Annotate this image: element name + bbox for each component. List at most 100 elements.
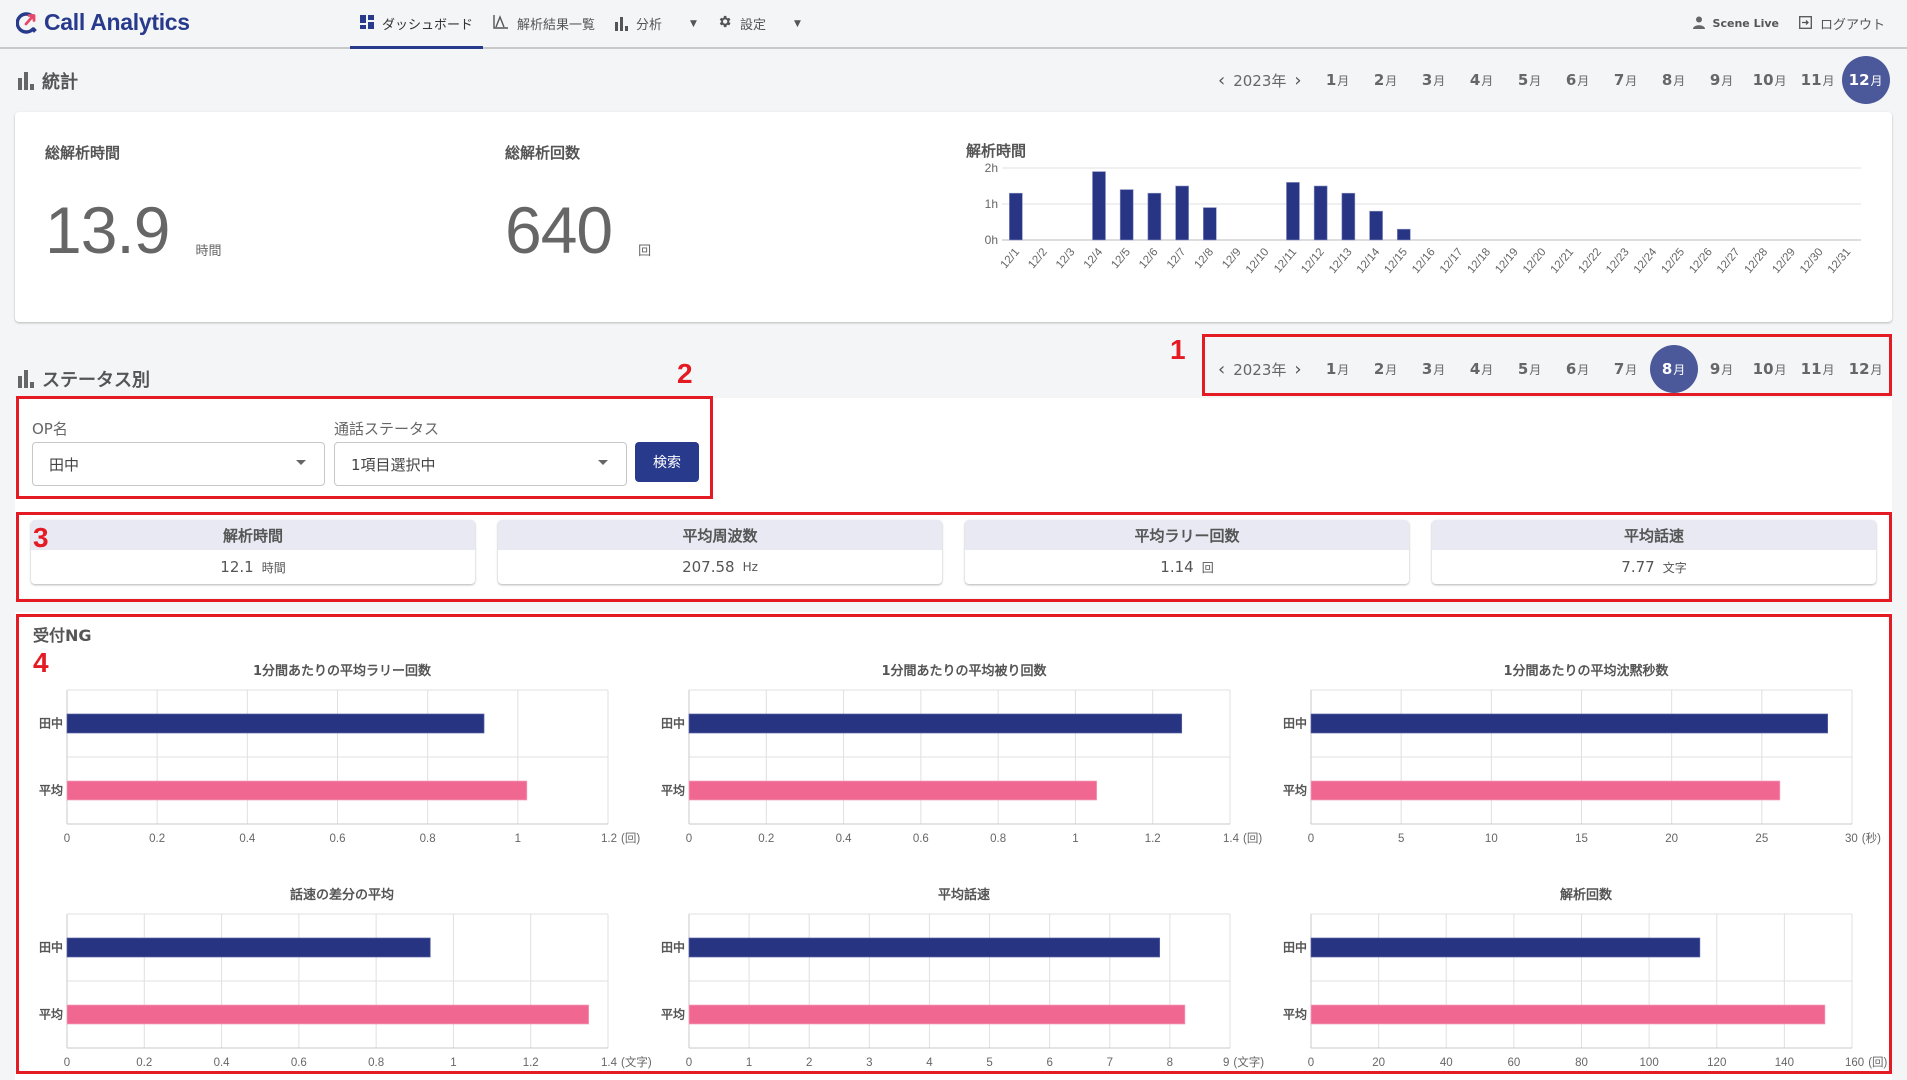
month-number: 2 [1373, 360, 1385, 378]
month-11[interactable]: 11 月 [1794, 345, 1842, 393]
month-4[interactable]: 4月 [1458, 56, 1506, 104]
x-tick-label: 0 [686, 833, 692, 845]
month-7[interactable]: 7月 [1602, 56, 1650, 104]
chevron-right-icon[interactable]: › [1292, 359, 1303, 380]
month-number: 1 [1325, 71, 1337, 89]
chart-title: 解析時間 [966, 142, 1027, 160]
nav-dashboard[interactable]: ダッシュボード [350, 0, 484, 49]
x-tick-label: 1 [746, 1057, 752, 1069]
x-tick-label: 12/17 [1438, 246, 1466, 276]
month-2[interactable]: 2月 [1362, 56, 1410, 104]
month-number: 4 [1469, 360, 1481, 378]
x-tick-label: 12/15 [1382, 246, 1410, 276]
y-category-label: 田中 [39, 940, 63, 955]
chart-avg-silence-per-min: 1分間あたりの平均沈黙秒数 0 5 10 15 20 25 30 (秒) 田中 平均 [1276, 660, 1896, 860]
x-tick-label: 15 [1575, 833, 1588, 845]
month-6[interactable]: 6月 [1554, 345, 1602, 393]
chart-title: 平均話速 [937, 888, 990, 903]
x-tick-label: 40 [1440, 1057, 1453, 1069]
chevron-down-icon[interactable]: ▼ [690, 19, 697, 29]
month-2[interactable]: 2月 [1362, 345, 1410, 393]
chevron-down-icon[interactable]: ▼ [794, 19, 801, 29]
daily-analysis-time-chart: 解析時間 0h 1h 2h 12/1 12/2 12/3 12/4 12/5 12/6 12/7 1… [966, 140, 1876, 310]
gear-icon [717, 14, 732, 33]
x-tick-label: 12/31 [1826, 246, 1854, 276]
month-6[interactable]: 6月 [1554, 56, 1602, 104]
logout-icon[interactable] [1799, 15, 1812, 32]
month-12[interactable]: 12 月 [1841, 56, 1890, 104]
metric-card-avg-speech-rate: 平均話速 7.77 文字 [1432, 520, 1876, 584]
month-number: 8 [1661, 360, 1673, 378]
search-button[interactable]: 検索 [635, 442, 699, 482]
month-5[interactable]: 5月 [1506, 345, 1554, 393]
month-number: 6 [1565, 71, 1577, 89]
bar-average [688, 780, 1098, 801]
month-suffix: 月 [1870, 73, 1883, 88]
x-tick-label: 1 [515, 833, 521, 845]
month-suffix: 月 [1625, 73, 1638, 88]
month-number: 1 [1325, 360, 1337, 378]
month-10[interactable]: 10 月 [1746, 345, 1794, 393]
month-suffix: 月 [1337, 73, 1350, 88]
op-name-value: 田中 [49, 455, 80, 474]
app-logo[interactable]: Call Analytics [15, 9, 190, 36]
chevron-left-icon[interactable]: ‹ [1216, 70, 1227, 91]
x-tick-label: 12/16 [1410, 246, 1438, 276]
bar-operator [688, 713, 1183, 734]
month-12[interactable]: 12 月 [1842, 345, 1890, 393]
month-4[interactable]: 4月 [1458, 345, 1506, 393]
y-category-label: 平均 [661, 783, 685, 798]
month-11[interactable]: 11 月 [1794, 56, 1842, 104]
x-tick-label: 12/1 [999, 246, 1023, 271]
month-1[interactable]: 1月 [1314, 345, 1362, 393]
chevron-right-icon[interactable]: › [1292, 70, 1303, 91]
month-3[interactable]: 3月 [1410, 345, 1458, 393]
bar [1369, 210, 1383, 241]
bar-average [1310, 1004, 1826, 1025]
x-tick-label: 12/10 [1244, 246, 1272, 276]
month-suffix: 月 [1625, 362, 1638, 377]
x-tick-label: 25 [1755, 833, 1768, 845]
month-3[interactable]: 3月 [1410, 56, 1458, 104]
x-tick-label: 140 [1775, 1057, 1794, 1069]
month-1[interactable]: 1月 [1314, 56, 1362, 104]
y-category-label: 田中 [661, 716, 685, 731]
nav-results-list[interactable]: 解析結果一覧 [483, 0, 605, 47]
nav-settings[interactable]: 設定 ▼ [707, 0, 811, 47]
month-5[interactable]: 5月 [1506, 56, 1554, 104]
month-suffix: 月 [1673, 362, 1686, 377]
chevron-left-icon[interactable]: ‹ [1216, 359, 1227, 380]
year-selector: ‹ 2023年 › [1216, 359, 1304, 380]
bar [1313, 185, 1328, 241]
month-number: 3 [1421, 360, 1433, 378]
month-9[interactable]: 9月 [1698, 56, 1746, 104]
month-8[interactable]: 8月 [1650, 56, 1698, 104]
year-label: 2023年 [1233, 360, 1287, 379]
x-tick-label: 12/12 [1299, 246, 1327, 276]
x-tick-label: 160 (回) [1845, 1056, 1888, 1069]
metric-label: 解析時間 [31, 520, 475, 550]
op-name-select[interactable]: 田中 [32, 442, 325, 486]
x-tick-label: 20 [1372, 1057, 1385, 1069]
bar-average [1310, 780, 1781, 801]
y-category-label: 平均 [39, 783, 63, 798]
month-suffix: 月 [1433, 362, 1446, 377]
metric-label: 平均話速 [1432, 520, 1876, 550]
month-suffix: 月 [1822, 73, 1835, 88]
logout-link[interactable]: ログアウト [1820, 14, 1885, 33]
metric-unit: 回 [1201, 560, 1214, 575]
x-tick-label: 12/24 [1632, 246, 1660, 276]
x-axis-unit: (秒) [1862, 831, 1881, 845]
total-analysis-time: 総解析時間 13.9 時間 [45, 142, 221, 263]
bar-operator [66, 937, 431, 958]
nav-analysis[interactable]: 分析 ▼ [605, 0, 707, 47]
metric-unit: Hz [742, 560, 758, 574]
month-suffix: 月 [1577, 362, 1590, 377]
month-10[interactable]: 10 月 [1746, 56, 1794, 104]
total-time-label: 総解析時間 [45, 144, 121, 162]
call-status-select[interactable]: 1項目選択中 [334, 442, 627, 486]
month-9[interactable]: 9月 [1698, 345, 1746, 393]
month-8[interactable]: 8月 [1649, 345, 1698, 393]
call-status-label: 通話ステータス [334, 420, 440, 438]
month-7[interactable]: 7月 [1602, 345, 1650, 393]
